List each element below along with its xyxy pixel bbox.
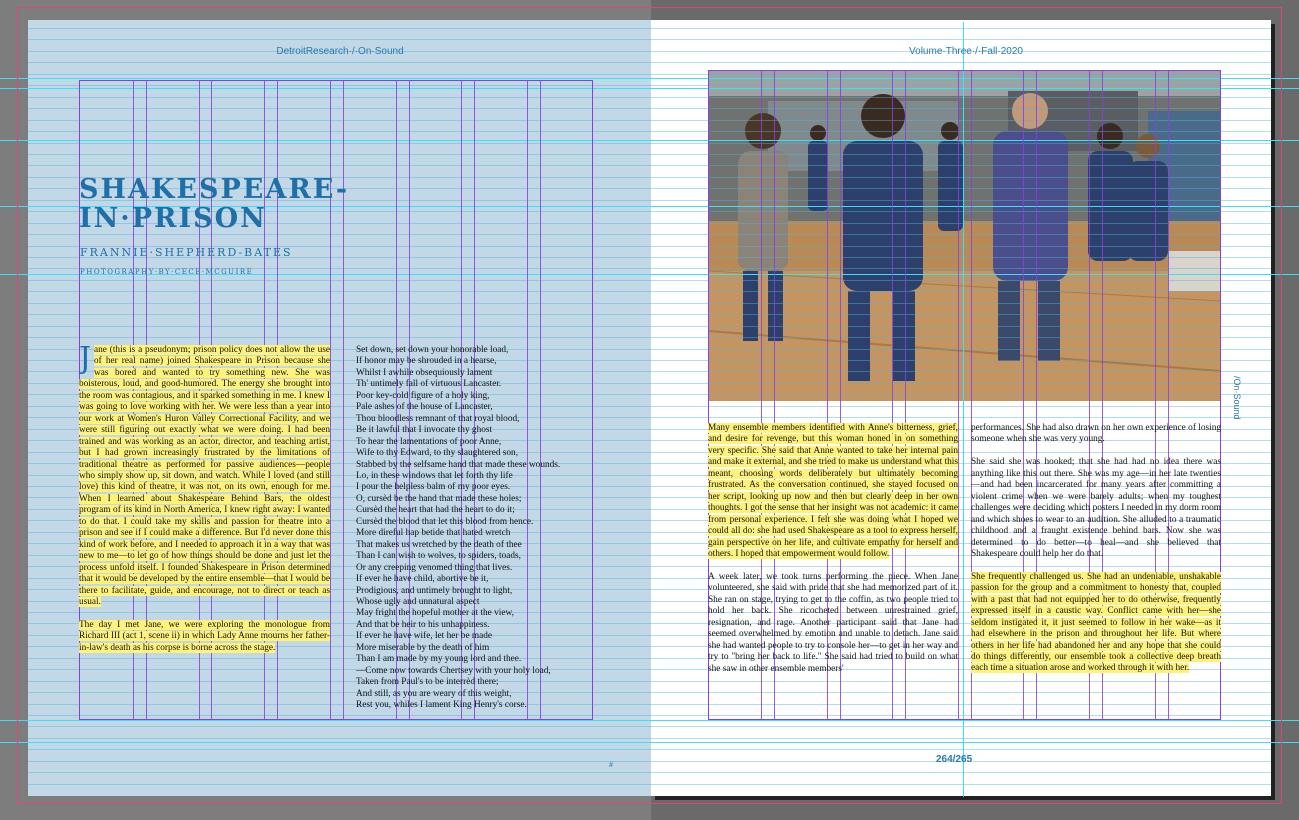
poem-line: —Come now towards Chertsey with your hol… [356,665,551,676]
photo-credit[interactable]: PHOTOGRAPHY·BY·CECE·MCGUIRE [80,268,253,276]
poem-line: Be it lawful that I invocate thy ghost [356,425,493,436]
poem-line: Thou bloodless remnant of that royal blo… [356,413,520,424]
poem-line: Taken from Paul's to be interrèd there; [356,677,499,688]
poem-line: Poor key-cold figure of a holy king, [356,390,490,401]
poem-line: Cursèd the heart that had the heart to d… [356,505,515,516]
poem-line: I pour the helpless balm of my poor eyes… [356,482,511,493]
title-line-1: SHAKESPEARE- [79,174,350,205]
poem-line: More miserable by the death of him [356,642,490,653]
text-frame-col-3[interactable]: Many ensemble members identified with An… [708,423,958,713]
paragraph-3: Many ensemble members identified with An… [708,423,958,559]
poem-line: Stabbed by the selfsame hand that made t… [356,459,561,470]
gym-rehearsal-photo[interactable] [708,71,1220,401]
poem-line: More direful hap betide that hated wretc… [356,528,511,539]
poem-line: Wife to thy Edward, to thy slaughtered s… [356,448,519,459]
poem-line: And that be heir to his unhappiness. [356,619,490,630]
poem-line: If honor may be shrouded in a hearse, [356,356,497,367]
text-frame-col-4[interactable]: performances. She had also drawn on her … [971,423,1221,713]
paragraph-2: The day I met Jane, we were exploring th… [79,619,330,653]
poem-line: Or any creeping venomed thing that lives… [356,562,513,573]
pilcrow-marker: # [609,760,613,769]
poem-line: Than I can wish to wolves, to spiders, t… [356,551,521,562]
paragraph-7: She frequently challenged us. She had an… [971,571,1221,674]
paragraph-6: She said she was hooked; that she had ha… [971,457,1221,559]
poem-line: Rest you, whiles I lament King Henry's c… [356,700,527,711]
author-byline[interactable]: FRANNIE·SHEPHERD-BATES [80,246,293,259]
poem-line: Prodigious, and untimely brought to ligh… [356,585,513,596]
poem-line: To hear the lamentations of poor Anne, [356,436,502,447]
paragraph-4: A week later, we took turns performing t… [708,571,958,674]
poem-line: Whose ugly and unnatural aspect [356,596,480,607]
poem-line: Cursèd the blood that let this blood fro… [356,516,534,527]
poem-line: Than I am made by my young lord and thee… [356,654,522,665]
article-title[interactable]: SHAKESPEARE- IN·PRISON [79,175,349,233]
poem-line: And still, as you are weary of this weig… [356,688,512,699]
poem-line: May fright the hopeful mother at the vie… [356,608,514,619]
title-line-2: IN·PRISON [79,203,267,234]
poem-line: That makes us wretched by the death of t… [356,539,522,550]
poem-line: If ever he have wife, let her be made [356,631,493,642]
poem-line: Set down, set down your honorable load, [356,345,509,355]
poem-line: Whilst I awhile obsequiously lament [356,367,493,378]
text-frame-col-1[interactable]: Jane (this is a pseudonym; prison policy… [79,345,330,705]
poem-line: Pale ashes of the house of Lancaster, [356,402,493,413]
poem-line: Th' untimely fall of virtuous Lancaster. [356,379,502,390]
poem-line: Lo, in these windows that let forth thy … [356,470,513,481]
paragraph-1: ane (this is a pseudonym; prison policy … [79,345,330,607]
right-running-head[interactable]: Volume·Three·/·Fall·2020 [856,46,1076,57]
folio[interactable]: 264/265 [936,754,972,765]
poem-line: If ever he have child, abortive be it, [356,574,489,585]
drop-cap: J [79,345,92,376]
paragraph-5: performances. She had also drawn on her … [971,423,1221,445]
left-running-head[interactable]: DetroitResearch·/·On·Sound [230,46,450,57]
poem-line: O, cursèd be the hand that made these ho… [356,493,522,504]
poem-frame[interactable]: Set down, set down your honorable load, I… [356,345,596,712]
side-tab[interactable]: /On·Sound [1232,376,1242,420]
